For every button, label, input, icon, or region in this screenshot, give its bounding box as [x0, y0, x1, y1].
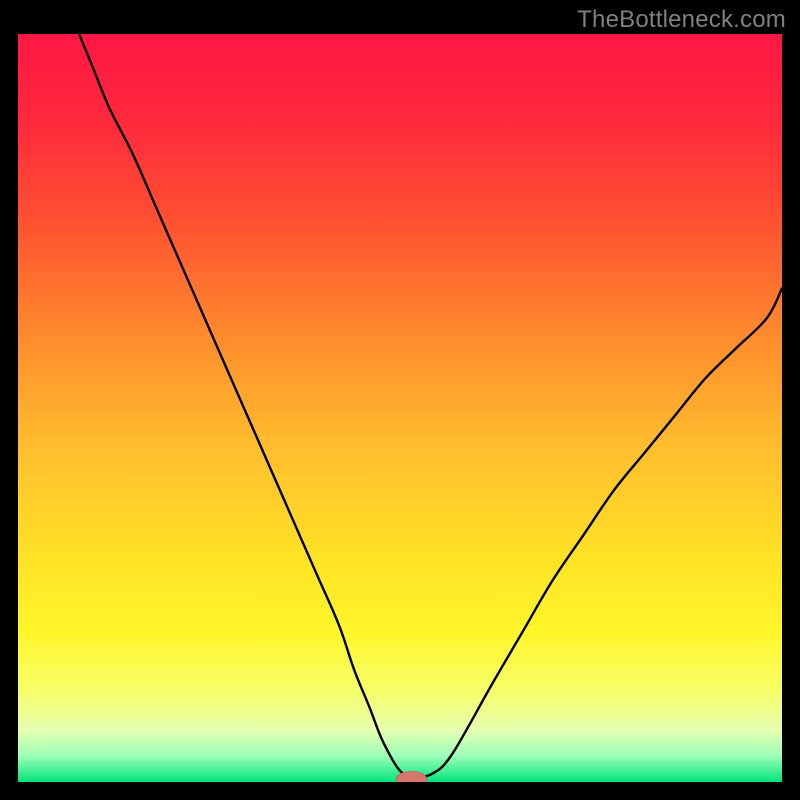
- gradient-background: [18, 34, 782, 782]
- plot-area: [18, 34, 782, 782]
- bottleneck-chart: [18, 34, 782, 782]
- watermark-text: TheBottleneck.com: [577, 6, 786, 34]
- chart-frame: TheBottleneck.com: [0, 0, 800, 800]
